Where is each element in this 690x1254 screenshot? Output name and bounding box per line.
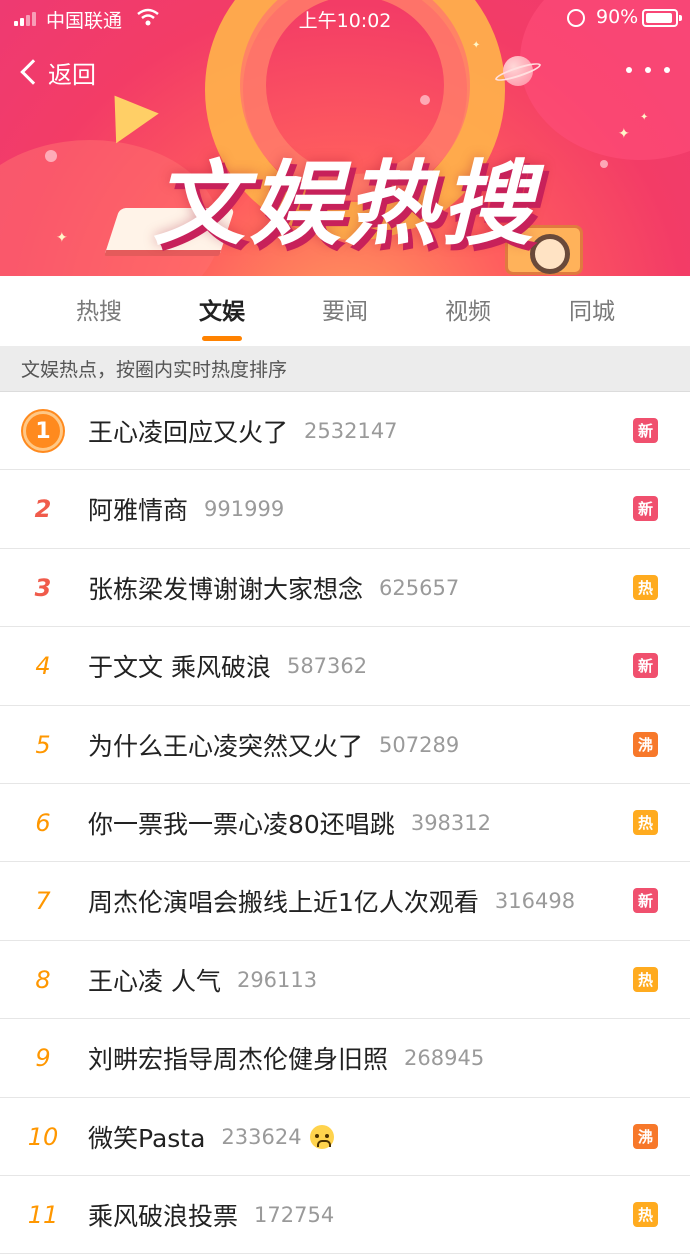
topic: 乘风破浪投票 172754 [88,1176,334,1254]
topic: 张栋梁发博谢谢大家想念 625657 [88,549,459,627]
list-item[interactable]: 11 乘风破浪投票 172754 热 [0,1176,690,1254]
tab-news[interactable]: 要闻 [295,276,395,346]
list-item[interactable]: 3 张栋梁发博谢谢大家想念 625657 热 [0,549,690,628]
list-item[interactable]: 10 微笑Pasta 233624 沸 [0,1098,690,1176]
rank-number: 6 [35,808,51,837]
status-badge: 热 [633,966,658,992]
status-badge: 新 [633,653,658,679]
chevron-left-icon [20,59,46,85]
battery-icon [642,9,682,27]
topic-title[interactable]: 阿雅情商 [88,491,188,527]
tab-entertainment[interactable]: 文娱 [172,276,272,346]
banner-title: 文娱热搜 [152,151,537,258]
heat-count: 625657 [379,575,460,600]
dot-icon [626,67,632,73]
topic: 王心凌 人气 296113 [88,941,317,1019]
heat-count: 268945 [404,1046,485,1071]
rank-number: 10 [27,1122,59,1151]
topic: 为什么王心凌突然又火了 507289 [88,706,459,784]
list-item[interactable]: 2 阿雅情商 991999 新 [0,470,690,549]
topic-title[interactable]: 刘畊宏指导周杰伦健身旧照 [88,1040,388,1076]
back-label: 返回 [48,60,96,89]
list-item[interactable]: 9 刘畊宏指导周杰伦健身旧照 268945 [0,1019,690,1098]
heat-count: 2532147 [304,419,398,443]
rank-number: 1 [14,392,72,470]
status-badge: 热 [633,1201,658,1227]
heat-count: 172754 [254,1202,335,1227]
status-badge: 沸 [633,731,658,757]
topic-title[interactable]: 乘风破浪投票 [88,1197,238,1233]
rank-number: 8 [35,965,51,994]
topic: 微笑Pasta 233624 [88,1098,334,1176]
status-badge: 新 [633,888,658,914]
clock: 上午10:02 [298,10,392,32]
topic-title[interactable]: 王心凌 人气 [88,962,221,998]
rank-number: 11 [27,1200,59,1229]
topic: 阿雅情商 991999 [88,470,284,548]
topic-title[interactable]: 张栋梁发博谢谢大家想念 [88,570,363,606]
topic-title[interactable]: 为什么王心凌突然又火了 [88,727,363,763]
list-item[interactable]: 7 周杰伦演唱会搬线上近1亿人次观看 316498 新 [0,862,690,941]
topic-title[interactable]: 你一票我一票心凌80还唱跳 [88,805,395,841]
status-badge: 热 [633,809,658,835]
sparkle-icon: ✦ [640,112,649,123]
rank-medal-icon: 1 [23,411,63,451]
topic-title[interactable]: 王心凌回应又火了 [88,413,288,449]
topic: 周杰伦演唱会搬线上近1亿人次观看 316498 [88,862,575,940]
heat-count: 398312 [410,810,491,835]
rank-number: 4 [35,652,51,681]
topic: 于文文 乘风破浪 587362 [88,627,367,705]
hot-search-list: 1 王心凌回应又火了 2532147 新 2 阿雅情商 991999 新 3 张栋梁发博谢谢大家想… [0,392,690,1254]
heat-count: 507289 [379,732,460,757]
list-item[interactable]: 8 王心凌 人气 296113 热 [0,941,690,1020]
back-button[interactable]: 返回 [18,52,96,92]
tab-bar: 热搜 文娱 要闻 视频 同城 [0,276,690,346]
list-item[interactable]: 5 为什么王心凌突然又火了 507289 沸 [0,706,690,784]
list-item[interactable]: 1 王心凌回应又火了 2532147 新 [0,392,690,471]
rank-number: 3 [34,573,52,602]
battery-percentage: 90% [596,6,639,28]
rank-number: 9 [35,1044,51,1073]
heat-count: 991999 [204,497,285,522]
more-options-button[interactable] [626,60,670,80]
dot-icon [664,67,670,73]
topic: 你一票我一票心凌80还唱跳 398312 [88,784,491,862]
topic-title[interactable]: 微笑Pasta [88,1119,205,1155]
rotation-lock-icon [567,9,585,27]
tab-video[interactable]: 视频 [418,276,518,346]
rank-number: 7 [35,887,51,916]
rank-number: 2 [34,495,52,524]
tab-local[interactable]: 同城 [542,276,642,346]
heat-count: 296113 [236,967,318,992]
tab-hot-search[interactable]: 热搜 [49,276,149,346]
crying-face-icon [309,1124,334,1149]
topic: 王心凌回应又火了 2532147 [88,392,398,470]
status-badge: 新 [633,496,658,522]
status-bar: 中国联通 上午10:02 90% [0,0,690,36]
status-badge: 沸 [633,1123,658,1149]
topic-title[interactable]: 周杰伦演唱会搬线上近1亿人次观看 [88,883,479,919]
dot-icon [645,67,651,73]
list-subtitle: 文娱热点，按圈内实时热度排序 [0,346,690,392]
topic: 刘畊宏指导周杰伦健身旧照 268945 [88,1019,484,1097]
topic-title[interactable]: 于文文 乘风破浪 [88,648,271,684]
heat-count: 233624 [221,1124,302,1149]
heat-count: 587362 [286,654,368,679]
sparkle-icon: ✦ [472,40,481,51]
dot-decoration [420,95,430,105]
status-badge: 热 [633,574,658,600]
list-item[interactable]: 4 于文文 乘风破浪 587362 新 [0,627,690,706]
banner: ✦ ✦ ✦ ✦ 文娱热搜 中国联通 上午10:02 90% 返回 [0,0,690,276]
list-item[interactable]: 6 你一票我一票心凌80还唱跳 398312 热 [0,784,690,863]
heat-count: 316498 [494,889,576,914]
rank-number: 5 [35,730,51,759]
status-badge: 新 [633,418,658,443]
